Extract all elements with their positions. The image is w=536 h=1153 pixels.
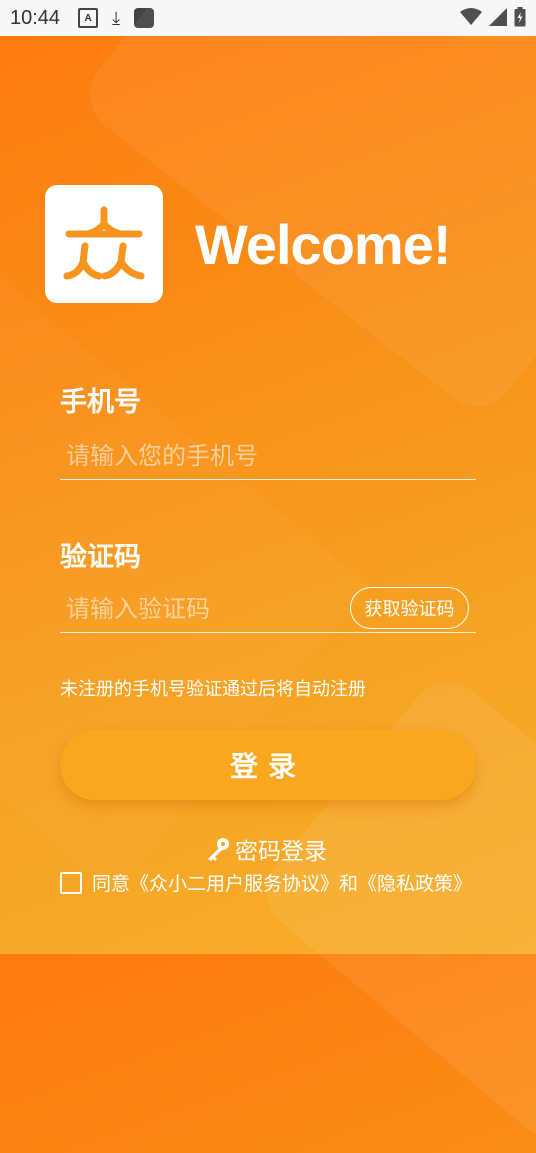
agree-and: 和 xyxy=(339,873,359,895)
phone-label: 手机号 xyxy=(60,387,141,418)
signal-icon xyxy=(489,8,507,26)
status-icons-left: A ⤓ xyxy=(78,8,155,28)
auto-register-hint: 未注册的手机号验证通过后将自动注册 xyxy=(60,679,366,700)
accessibility-icon: A xyxy=(78,8,99,28)
phone-input[interactable] xyxy=(60,432,476,480)
battery-icon xyxy=(514,7,526,27)
agree-prefix: 同意 xyxy=(92,873,131,895)
code-label: 验证码 xyxy=(60,542,141,573)
privacy-policy-link[interactable]: 《隐私政策》 xyxy=(358,869,472,896)
password-login-link[interactable]: 密码登录 xyxy=(205,832,327,866)
login-button[interactable]: 登录 xyxy=(60,730,476,800)
wifi-icon xyxy=(460,8,482,25)
status-time: 10:44 xyxy=(10,6,61,29)
get-code-button[interactable]: 获取验证码 xyxy=(350,587,469,629)
service-agreement-link[interactable]: 《众小二用户服务协议》 xyxy=(130,869,339,896)
app-logo xyxy=(45,185,163,303)
agree-checkbox[interactable] xyxy=(60,871,82,894)
status-bar: 10:44 A ⤓ xyxy=(0,0,536,36)
welcome-title: Welcome! xyxy=(195,213,451,276)
password-login-label: 密码登录 xyxy=(235,839,327,865)
key-icon xyxy=(208,838,229,861)
app-icon xyxy=(134,8,155,28)
status-icons-right xyxy=(460,7,526,27)
download-icon: ⤓ xyxy=(112,8,121,28)
logo-icon xyxy=(63,206,145,280)
agreement-row: 同意 《众小二用户服务协议》 和 《隐私政策》 xyxy=(60,869,472,896)
